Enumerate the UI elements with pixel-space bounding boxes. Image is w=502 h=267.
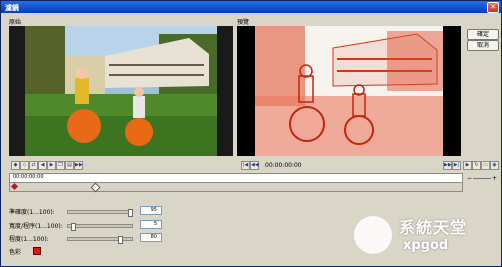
timeline-timecode: 00:00:00:00	[13, 174, 44, 180]
ok-button[interactable]: 確定	[467, 29, 499, 40]
accuracy-input[interactable]: 95	[140, 206, 162, 215]
zoom-out-button[interactable]: −	[467, 175, 472, 182]
zoom-in-button[interactable]: +	[492, 175, 497, 182]
keyframe-timeline[interactable]: 00:00:00:00	[9, 173, 463, 193]
volume-icon[interactable]: ◉	[490, 161, 499, 170]
accuracy-label: 準確度(1...100):	[9, 209, 55, 216]
step-back-icon[interactable]: ◀◀	[250, 161, 259, 170]
level-slider[interactable]	[67, 236, 133, 244]
watermark-line1: 系統天堂	[399, 218, 468, 237]
accuracy-thumb[interactable]	[128, 209, 133, 217]
preview-frame-image	[255, 26, 443, 156]
original-frame-image	[25, 26, 217, 156]
step-forward-icon[interactable]: ▶▶	[443, 161, 452, 170]
go-start-icon[interactable]: |◀	[241, 161, 250, 170]
filter-dialog: 濾鏡 ✕ 原始 預覽 確定 取消 ◆ ◇ ⇄ ◀ ▶ ❐ ▤ ▶▶ |◀ ◀◀ …	[0, 0, 502, 267]
close-button[interactable]: ✕	[487, 2, 499, 13]
title-bar: 濾鏡 ✕	[1, 1, 501, 13]
level-label: 程度(1...100):	[9, 236, 49, 243]
watermark-line2: xpgod	[403, 238, 449, 253]
color-label: 色彩	[9, 249, 22, 256]
width-label: 寬度/程序(1...100):	[9, 223, 63, 230]
key-reverse-icon[interactable]: ⇄	[29, 161, 38, 170]
zoom-slider[interactable]	[473, 178, 491, 179]
width-row: 寬度/程序(1...100): 5	[9, 220, 162, 231]
width-slider[interactable]	[67, 223, 133, 231]
play-icon[interactable]: ▶	[463, 161, 472, 170]
key-end-icon[interactable]: ▶▶	[74, 161, 83, 170]
key-delete-icon[interactable]: ◇	[20, 161, 29, 170]
preview-video-panel	[237, 26, 461, 156]
key-add-icon[interactable]: ◆	[11, 161, 20, 170]
level-thumb[interactable]	[118, 236, 123, 244]
loop-icon[interactable]: ↻	[472, 161, 481, 170]
watermark-logo-icon	[354, 216, 392, 254]
preview-label: 預覽	[237, 19, 250, 26]
original-label: 原始	[9, 19, 22, 26]
window-title: 濾鏡	[5, 4, 19, 12]
go-end-icon[interactable]: ▶|	[452, 161, 461, 170]
keyframe-marker-icon[interactable]	[90, 182, 101, 193]
key-copy-icon[interactable]: ❐	[56, 161, 65, 170]
level-row: 程度(1...100): 80	[9, 233, 162, 244]
original-video-panel	[9, 26, 233, 156]
preview-timecode: 00:00:00:00	[265, 162, 302, 169]
timeline-track[interactable]	[10, 182, 462, 193]
key-prev-icon[interactable]: ◀	[38, 161, 47, 170]
keyframe-marker-icon[interactable]	[10, 182, 19, 191]
cancel-button[interactable]: 取消	[467, 40, 499, 51]
accuracy-slider[interactable]	[67, 209, 133, 217]
key-next-icon[interactable]: ▶	[47, 161, 56, 170]
width-thumb[interactable]	[71, 223, 76, 231]
accuracy-row: 準確度(1...100): 95	[9, 206, 162, 217]
width-input[interactable]: 5	[140, 220, 162, 229]
color-swatch[interactable]	[33, 247, 41, 255]
level-input[interactable]: 80	[140, 233, 162, 242]
monitor-icon[interactable]: ▭	[481, 161, 490, 170]
key-paste-icon[interactable]: ▤	[65, 161, 74, 170]
